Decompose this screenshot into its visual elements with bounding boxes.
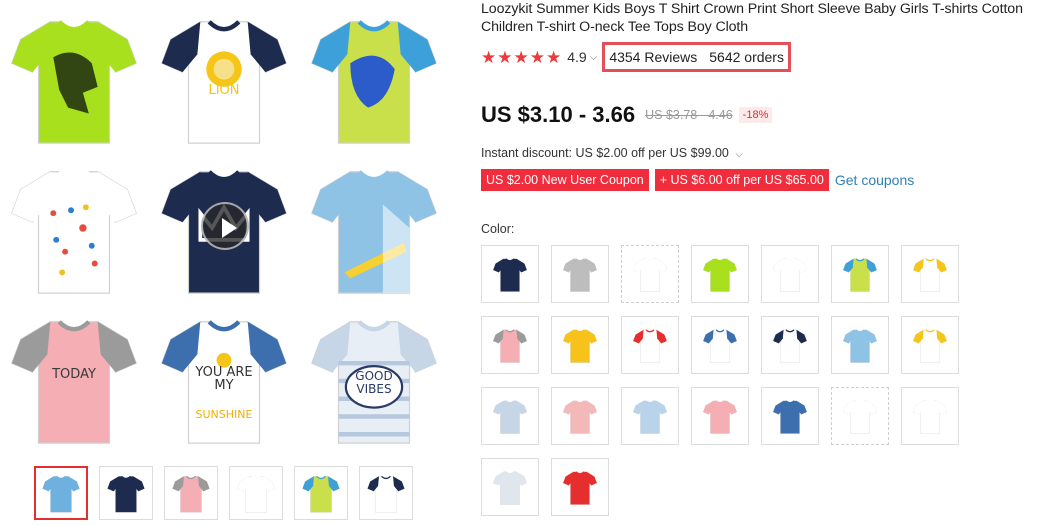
get-coupons-link[interactable]: Get coupons [835, 172, 914, 188]
color-swatch[interactable] [551, 458, 609, 516]
thumbnail-strip [34, 466, 434, 522]
color-swatch[interactable] [831, 316, 889, 374]
color-swatch[interactable] [621, 387, 679, 445]
star-icon: ★ [497, 47, 513, 67]
main-image-grid[interactable]: LION TODAY YOU ARE MY SUNSHINE GOOD VIBES [0, 4, 450, 448]
color-swatch[interactable] [551, 387, 609, 445]
color-swatch[interactable] [481, 316, 539, 374]
original-price: US $3.78 - 4.46 [645, 108, 733, 122]
star-icon: ★ [546, 47, 562, 67]
rating-row: ★ ★ ★ ★ ★ 4.9 ⌵ 4354 Reviews 5642 orders [481, 42, 791, 72]
sunshine-tee-image[interactable]: YOU ARE MY SUNSHINE [150, 304, 298, 452]
good-vibes-tee-image[interactable]: GOOD VIBES [300, 304, 448, 452]
gallery-thumbnail[interactable] [229, 466, 283, 520]
tee-print-text: GOOD VIBES [355, 369, 393, 396]
surf-tee-image[interactable] [300, 154, 448, 302]
color-swatch[interactable] [621, 245, 679, 303]
color-swatch[interactable] [481, 458, 539, 516]
color-swatch[interactable] [761, 245, 819, 303]
gallery-thumbnail[interactable] [99, 466, 153, 520]
gallery-thumbnail[interactable] [294, 466, 348, 520]
play-icon[interactable] [201, 202, 249, 250]
lion-tee-image[interactable]: LION [150, 4, 298, 152]
gallery-thumbnail[interactable] [34, 466, 88, 520]
color-swatch[interactable] [901, 316, 959, 374]
gallery-thumbnail[interactable] [164, 466, 218, 520]
color-swatch[interactable] [551, 245, 609, 303]
instant-discount-text: Instant discount: US $2.00 off per US $9… [481, 146, 729, 160]
color-swatch[interactable] [901, 387, 959, 445]
coupon-row: US $2.00 New User Coupon + US $6.00 off … [481, 169, 914, 191]
color-swatch[interactable] [691, 245, 749, 303]
crown-tee-image[interactable] [150, 154, 298, 302]
product-title: Loozykit Summer Kids Boys T Shirt Crown … [481, 1, 1023, 35]
tee-print-text: LION [208, 83, 240, 98]
color-swatch[interactable] [621, 316, 679, 374]
discount-badge: -18% [738, 107, 773, 123]
color-swatch[interactable] [551, 316, 609, 374]
star-icon: ★ [529, 47, 545, 67]
color-swatch[interactable] [481, 387, 539, 445]
color-swatch[interactable] [831, 387, 889, 445]
color-swatch[interactable] [691, 316, 749, 374]
tee-print-text: YOU ARE MY [195, 365, 253, 393]
instant-discount[interactable]: Instant discount: US $2.00 off per US $9… [481, 146, 743, 160]
price-row: US $3.10 - 3.66 US $3.78 - 4.46 -18% [481, 102, 773, 128]
reviews-orders-highlight: 4354 Reviews 5642 orders [602, 42, 791, 72]
color-swatch[interactable] [761, 316, 819, 374]
tee-print-text: SUNSHINE [195, 408, 253, 421]
gallery-thumbnail[interactable] [359, 466, 413, 520]
star-icon: ★ [481, 47, 497, 67]
blue-dino-tee-image[interactable] [300, 4, 448, 152]
reviews-link[interactable]: 4354 Reviews [609, 49, 697, 65]
color-label: Color: [481, 222, 515, 236]
dinosaur-tee-image[interactable] [0, 4, 148, 152]
today-tee-image[interactable]: TODAY [0, 304, 148, 452]
color-swatch[interactable] [761, 387, 819, 445]
chevron-down-icon[interactable]: ⌵ [590, 52, 598, 63]
color-swatch[interactable] [691, 387, 749, 445]
color-swatch[interactable] [481, 245, 539, 303]
rating-value[interactable]: 4.9 [567, 49, 586, 65]
store-coupon[interactable]: + US $6.00 off per US $65.00 [654, 169, 829, 191]
star-icon: ★ [513, 47, 529, 67]
new-user-coupon[interactable]: US $2.00 New User Coupon [481, 169, 649, 191]
color-swatch[interactable] [901, 245, 959, 303]
product-gallery: LION TODAY YOU ARE MY SUNSHINE GOOD VIBES [0, 0, 450, 526]
tee-print-text: TODAY [52, 367, 96, 382]
paint-splatter-tee-image[interactable] [0, 154, 148, 302]
color-swatch[interactable] [831, 245, 889, 303]
chevron-down-icon[interactable]: ⌵ [735, 149, 743, 160]
star-rating: ★ ★ ★ ★ ★ [481, 49, 561, 66]
orders-count: 5642 orders [709, 49, 784, 65]
current-price: US $3.10 - 3.66 [481, 102, 636, 127]
